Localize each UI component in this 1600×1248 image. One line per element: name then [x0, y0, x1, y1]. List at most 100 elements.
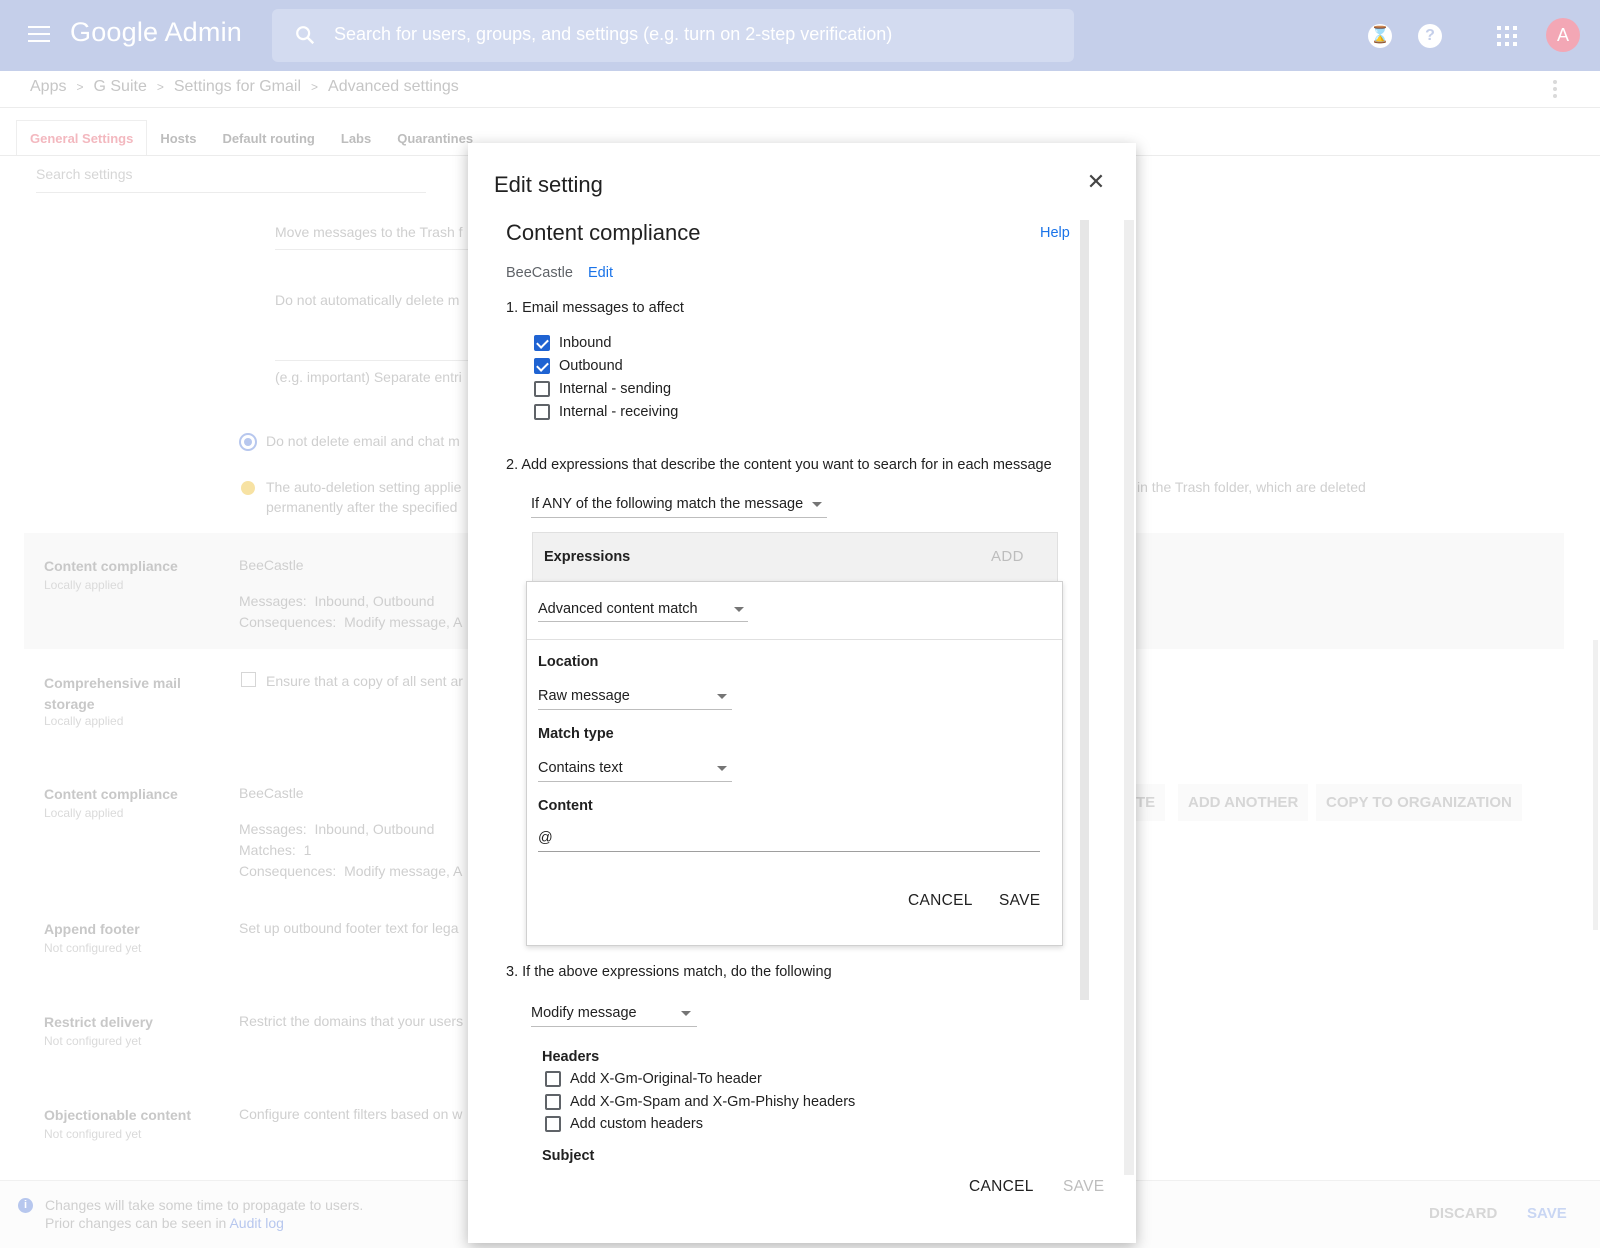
- setting-status: Not configured yet: [44, 941, 142, 955]
- timer-icon[interactable]: ⌛: [1368, 24, 1392, 48]
- expressions-header: Expressions ADD: [532, 532, 1058, 582]
- setting-value: Modify message, A: [344, 614, 463, 630]
- setting-status: Locally applied: [44, 714, 124, 728]
- setting-key: Messages:: [239, 821, 307, 837]
- dropdown-arrow-icon: [717, 694, 727, 699]
- match-mode-select[interactable]: If ANY of the following match the messag…: [531, 488, 827, 518]
- audit-note: Prior changes can be seen in: [45, 1215, 227, 1231]
- checkbox[interactable]: [241, 672, 256, 687]
- setting-title: Content compliance: [44, 786, 178, 802]
- breadcrumb-gsuite[interactable]: G Suite: [93, 78, 146, 95]
- setting-status: Locally applied: [44, 578, 124, 592]
- breadcrumb-apps[interactable]: Apps: [30, 78, 66, 95]
- select-value: Advanced content match: [538, 601, 698, 617]
- chevron-right-icon: >: [156, 80, 164, 94]
- label-input-placeholder[interactable]: (e.g. important) Separate entri: [275, 369, 462, 385]
- setting-value: Inbound, Outbound: [314, 593, 435, 609]
- ou-edit-link[interactable]: Edit: [588, 265, 613, 281]
- help-link[interactable]: Help: [1040, 225, 1070, 241]
- expressions-label: Expressions: [544, 549, 631, 565]
- match-type-select[interactable]: Contains text: [538, 752, 732, 782]
- step1-heading: 1. Email messages to affect: [506, 300, 684, 316]
- avatar[interactable]: A: [1546, 18, 1580, 52]
- setting-description: Ensure that a copy of all sent ar: [266, 673, 463, 689]
- dialog-save-button[interactable]: SAVE: [1063, 1178, 1104, 1196]
- checkbox-label: Inbound: [559, 335, 612, 351]
- select-value: Raw message: [538, 688, 630, 704]
- app-logo[interactable]: Google Admin: [70, 17, 242, 48]
- divider: [0, 107, 1600, 108]
- setting-description: Configure content filters based on w: [239, 1106, 463, 1122]
- setting-status: Locally applied: [44, 806, 124, 820]
- chevron-right-icon: >: [76, 80, 84, 94]
- inbound-checkbox[interactable]: [534, 335, 550, 351]
- checkbox-label: Outbound: [559, 358, 623, 374]
- autodelete-note-right: in the Trash folder, which are deleted: [1137, 479, 1366, 495]
- audit-log-link[interactable]: Audit log: [229, 1215, 283, 1231]
- add-another-button[interactable]: ADD ANOTHER: [1178, 784, 1309, 821]
- setting-title: Comprehensive mail storage: [44, 675, 181, 712]
- setting-name: Content compliance: [506, 220, 701, 245]
- internal-receiving-checkbox[interactable]: [534, 404, 550, 420]
- menu-icon[interactable]: [28, 26, 50, 44]
- tab-default-routing[interactable]: Default routing: [209, 121, 327, 157]
- dialog-cancel-button[interactable]: CANCEL: [969, 1178, 1034, 1196]
- setting-title: Restrict delivery: [44, 1014, 153, 1030]
- edit-setting-dialog: Edit setting ✕ Content compliance Help B…: [468, 143, 1136, 1243]
- content-input[interactable]: @: [538, 822, 1040, 852]
- internal-sending-checkbox[interactable]: [534, 381, 550, 397]
- expression-save-button[interactable]: SAVE: [999, 892, 1040, 910]
- checkbox-label: Internal - receiving: [559, 404, 679, 420]
- checkbox-label: Add X-Gm-Spam and X-Gm-Phishy headers: [570, 1094, 856, 1110]
- outbound-checkbox[interactable]: [534, 358, 550, 374]
- setting-value: Modify message, A: [344, 863, 463, 879]
- headers-label: Headers: [542, 1049, 600, 1065]
- dialog-scrollbar[interactable]: [1124, 220, 1134, 1175]
- action-select[interactable]: Modify message: [531, 997, 697, 1027]
- apps-grid-icon[interactable]: [1497, 26, 1517, 46]
- more-vert-icon[interactable]: [1553, 80, 1557, 98]
- radio-button[interactable]: [239, 433, 257, 451]
- autodelete-note-line1: The auto-deletion setting applie: [266, 479, 462, 495]
- setting-value: 1: [303, 842, 312, 858]
- location-select[interactable]: Raw message: [538, 680, 732, 710]
- setting-status: Not configured yet: [44, 1034, 142, 1048]
- tab-general-settings[interactable]: General Settings: [16, 120, 148, 156]
- dropdown-arrow-icon: [734, 607, 744, 612]
- expression-type-select[interactable]: Advanced content match: [538, 592, 748, 622]
- setting-ou: BeeCastle: [239, 785, 304, 801]
- dropdown-arrow-icon: [717, 766, 727, 771]
- checkbox-label: Internal - sending: [559, 381, 672, 397]
- settings-search-input[interactable]: Search settings: [36, 163, 426, 193]
- warning-icon: [241, 481, 255, 495]
- step3-heading: 3. If the above expressions match, do th…: [506, 964, 832, 980]
- ou-name: BeeCastle: [506, 265, 573, 281]
- setting-title: Append footer: [44, 921, 140, 937]
- search-placeholder: Search for users, groups, and settings (…: [334, 24, 893, 44]
- no-delete-option-text: Do not automatically delete m: [275, 292, 460, 308]
- breadcrumb-gmail-settings[interactable]: Settings for Gmail: [174, 78, 301, 95]
- original-to-header-checkbox[interactable]: [545, 1071, 561, 1087]
- spam-phishy-headers-checkbox[interactable]: [545, 1094, 561, 1110]
- content-scrollbar[interactable]: [1080, 220, 1089, 1000]
- setting-description: Set up outbound footer text for lega: [239, 920, 459, 936]
- page-scrollbar[interactable]: [1593, 640, 1598, 930]
- custom-headers-checkbox[interactable]: [545, 1116, 561, 1132]
- setting-status: Not configured yet: [44, 1127, 142, 1141]
- setting-key: Consequences:: [239, 614, 337, 630]
- expression-cancel-button[interactable]: CANCEL: [908, 892, 973, 910]
- copy-to-organization-button[interactable]: COPY TO ORGANIZATION: [1316, 784, 1522, 821]
- tab-hosts[interactable]: Hosts: [147, 121, 209, 157]
- tab-labs[interactable]: Labs: [328, 121, 384, 157]
- close-icon[interactable]: ✕: [1084, 170, 1108, 194]
- global-search-input[interactable]: Search for users, groups, and settings (…: [272, 9, 1074, 62]
- setting-value: Inbound, Outbound: [314, 821, 435, 837]
- search-icon: [296, 26, 315, 45]
- setting-key: Consequences:: [239, 863, 337, 879]
- chevron-right-icon: >: [311, 80, 319, 94]
- page-save-button[interactable]: SAVE: [1527, 1205, 1567, 1222]
- add-expression-button[interactable]: ADD: [991, 548, 1024, 565]
- autodelete-note-line2: permanently after the specified: [266, 499, 458, 515]
- discard-button[interactable]: DISCARD: [1429, 1205, 1497, 1222]
- help-icon[interactable]: ?: [1418, 24, 1442, 48]
